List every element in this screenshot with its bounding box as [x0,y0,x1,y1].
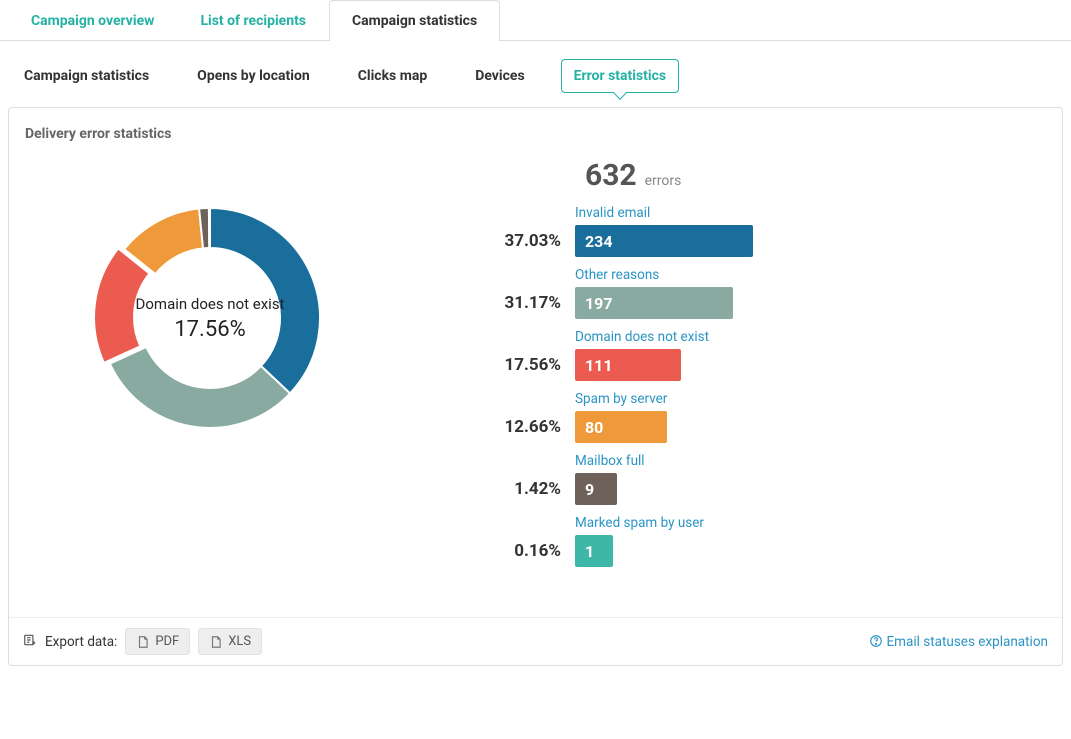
error-row: 17.56%Domain does not exist 111 [405,329,1046,381]
error-label-link[interactable]: Domain does not exist [575,329,709,345]
error-bar: 234 [575,225,753,257]
donut-chart-area: Domain does not exist 17.56% [25,158,395,577]
primary-tabs: Campaign overview List of recipients Cam… [0,0,1071,41]
panel-title: Delivery error statistics [9,108,1062,150]
error-label-link[interactable]: Other reasons [575,267,733,283]
error-percent: 31.17% [405,293,575,319]
error-percent: 17.56% [405,355,575,381]
tab-campaign-statistics[interactable]: Campaign statistics [329,0,500,41]
error-bar: 197 [575,287,733,319]
subtab-campaign-statistics[interactable]: Campaign statistics [12,60,161,92]
error-label-link[interactable]: Invalid email [575,205,753,221]
file-icon [136,635,150,649]
error-bar: 111 [575,349,681,381]
tab-campaign-overview[interactable]: Campaign overview [8,0,177,41]
error-bar: 9 [575,473,617,505]
error-label-link[interactable]: Spam by server [575,391,667,407]
error-row: 31.17%Other reasons 197 [405,267,1046,319]
error-statistics-panel: Delivery error statistics Domain does no… [8,107,1063,666]
error-label-link[interactable]: Mailbox full [575,453,645,469]
error-row: 1.42%Mailbox full 9 [405,453,1046,505]
secondary-tabs: Campaign statistics Opens by location Cl… [0,41,1071,107]
help-icon [869,634,883,648]
export-label: Export data: [45,634,117,650]
error-row: 37.03%Invalid email 234 [405,205,1046,257]
subtab-devices[interactable]: Devices [463,60,536,92]
error-breakdown: 632 errors 37.03%Invalid email 234 31.17%O… [395,158,1046,577]
error-bar: 1 [575,535,613,567]
error-percent: 12.66% [405,417,575,443]
total-errors: 632 errors [585,158,1046,193]
error-row: 0.16%Marked spam by user 1 [405,515,1046,567]
panel-footer: Export data: PDF XLS Email statuses expl… [9,617,1062,665]
subtab-error-statistics[interactable]: Error statistics [561,59,679,93]
error-label-link[interactable]: Marked spam by user [575,515,704,531]
export-icon [23,633,37,651]
export-xls-button[interactable]: XLS [198,628,262,655]
subtab-opens-by-location[interactable]: Opens by location [185,60,322,92]
error-percent: 1.42% [405,479,575,505]
tab-list-of-recipients[interactable]: List of recipients [177,0,329,41]
error-bar: 80 [575,411,667,443]
error-row: 12.66%Spam by server 80 [405,391,1046,443]
error-percent: 0.16% [405,541,575,567]
export-pdf-button[interactable]: PDF [125,628,190,655]
subtab-clicks-map[interactable]: Clicks map [346,60,440,92]
donut-center-label: Domain does not exist 17.56% [80,188,340,448]
error-percent: 37.03% [405,231,575,257]
email-statuses-explanation-link[interactable]: Email statuses explanation [886,634,1048,650]
file-icon [209,635,223,649]
